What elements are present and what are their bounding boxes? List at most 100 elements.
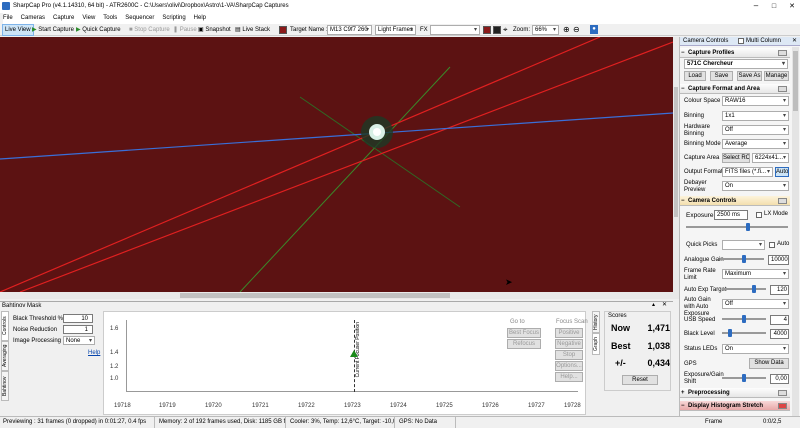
show-data-button[interactable]: Show Data [749, 358, 789, 369]
right-panel-scrollbar[interactable] [792, 47, 799, 416]
tab-bahtinov[interactable]: Bahtinov [1, 371, 9, 401]
manage-button[interactable]: Manage [764, 71, 789, 81]
auto-exposure-checkbox[interactable] [769, 242, 775, 248]
auto-exp-input[interactable]: 120 [770, 285, 789, 295]
select-roi-button[interactable]: Select ROI [722, 153, 750, 163]
slider-thumb[interactable] [728, 329, 732, 337]
menu-help[interactable]: Help [194, 12, 206, 24]
reset-button[interactable]: Reset [622, 375, 658, 385]
multi-column-checkbox[interactable] [738, 38, 744, 44]
section-histogram[interactable]: − Display Histogram Stretch [680, 401, 790, 411]
analogue-gain-input[interactable]: 10000 [768, 255, 789, 265]
profile-select[interactable]: 571C Chercheur [684, 59, 788, 69]
binning-mode-select[interactable]: Average [722, 139, 789, 149]
exp-shift-input[interactable]: 0,00 [770, 374, 789, 384]
zoom-out-icon[interactable]: ⊖ [573, 25, 580, 35]
negative-button[interactable]: Negative [555, 339, 583, 349]
color-swatch-icon[interactable] [483, 26, 491, 34]
panel-pin-icon[interactable]: ▴ [652, 301, 655, 309]
menu-sequencer[interactable]: Sequencer [125, 12, 154, 24]
black-level-slider[interactable] [722, 328, 766, 338]
colour-space-select[interactable]: RAW16 [722, 96, 789, 106]
live-view-button[interactable]: Live View [2, 24, 34, 36]
exp-shift-slider[interactable] [722, 373, 766, 383]
auto-exp-slider[interactable] [722, 284, 766, 294]
slider-thumb[interactable] [746, 223, 750, 231]
frame-rate-select[interactable]: Maximum [722, 269, 789, 279]
menu-tools[interactable]: Tools [103, 12, 117, 24]
positive-button[interactable]: Positive [555, 328, 583, 338]
menu-view[interactable]: View [82, 12, 95, 24]
pin-icon[interactable]: ● [590, 25, 598, 34]
live-stack-button[interactable]: ▤ Live Stack [235, 24, 270, 36]
gain-slider[interactable] [720, 254, 764, 264]
help-link[interactable]: Help [88, 350, 100, 356]
best-focus-button[interactable]: Best Focus [507, 328, 541, 338]
scroll-thumb[interactable] [674, 87, 678, 217]
save-button[interactable]: Save [710, 71, 733, 81]
load-button[interactable]: Load [684, 71, 706, 81]
menu-cameras[interactable]: Cameras [21, 12, 45, 24]
section-capture-format[interactable]: − Capture Format and Area [680, 84, 790, 94]
panel-close-icon[interactable]: ✕ [792, 37, 797, 46]
start-capture-button[interactable]: ▶ Start Capture [32, 24, 74, 36]
noise-reduction-input[interactable]: 1 [63, 325, 93, 334]
save-as-button[interactable]: Save As [737, 71, 762, 81]
snapshot-button[interactable]: ▣ Snapshot [198, 24, 231, 36]
slider-thumb[interactable] [752, 285, 756, 293]
black-threshold-input[interactable]: 10 [63, 314, 93, 323]
tab-averaging[interactable]: Averaging [1, 341, 9, 371]
image-processing-select[interactable]: None [63, 336, 95, 345]
section-preprocessing[interactable]: + Preprocessing [680, 388, 790, 398]
refocus-button[interactable]: Refocus [507, 339, 541, 349]
slider-thumb[interactable] [742, 255, 746, 263]
frame-rate-label: Frame Rate Limit [684, 268, 716, 281]
color-swatch-icon[interactable] [279, 26, 287, 34]
capture-area-select[interactable]: 6224x41... [752, 153, 789, 163]
snapshot-label: Snapshot [205, 27, 231, 33]
auto-gain-select[interactable]: Off [722, 299, 789, 309]
color-swatch-icon[interactable] [493, 26, 501, 34]
frame-type-select[interactable]: Light Frames [375, 25, 416, 35]
panel-close-icon[interactable]: ✕ [662, 301, 667, 309]
stop-button[interactable]: Stop [555, 350, 583, 360]
tab-graph[interactable]: Graph [592, 333, 600, 355]
stop-capture-button[interactable]: ■ Stop Capture [129, 24, 170, 36]
quick-capture-button[interactable]: ▶ Quick Capture [76, 24, 121, 36]
output-format-select[interactable]: FITS files (*.fi... [722, 167, 773, 177]
quick-picks-select[interactable] [722, 240, 765, 250]
slider-thumb[interactable] [742, 374, 746, 382]
status-leds-select[interactable]: On [722, 344, 789, 354]
tab-controls[interactable]: Controls [1, 311, 9, 341]
auto-button[interactable]: Auto [775, 167, 789, 177]
slider-thumb[interactable] [742, 315, 746, 323]
viewport-hscrollbar[interactable] [0, 292, 673, 299]
exposure-input[interactable]: 2500 ms [714, 210, 748, 220]
fx-select[interactable] [430, 25, 480, 35]
binning-select[interactable]: 1x1 [722, 111, 789, 121]
reticle-icon[interactable]: ⌖ [503, 25, 508, 35]
tab-history[interactable]: History [592, 311, 600, 333]
hw-binning-select[interactable]: Off [722, 125, 789, 135]
scroll-thumb[interactable] [793, 51, 798, 111]
menu-capture[interactable]: Capture [53, 12, 74, 24]
debayer-select[interactable]: On [722, 181, 789, 191]
section-camera-controls[interactable]: − Camera Controls [680, 196, 790, 206]
section-capture-profiles[interactable]: − Capture Profiles [680, 48, 790, 58]
zoom-select[interactable]: 66% [532, 25, 559, 35]
usb-speed-input[interactable]: 4 [770, 315, 789, 325]
black-level-input[interactable]: 4000 [770, 329, 789, 339]
options-button[interactable]: Options... [555, 361, 583, 371]
lx-mode-checkbox[interactable] [756, 212, 762, 218]
scroll-thumb[interactable] [180, 293, 450, 298]
target-name-select[interactable]: M13 C9f7 260 [327, 25, 372, 35]
menu-scripting[interactable]: Scripting [162, 12, 185, 24]
menu-file[interactable]: File [3, 12, 13, 24]
pause-button[interactable]: ❚ Pause [173, 24, 197, 36]
zoom-in-icon[interactable]: ⊕ [563, 25, 570, 35]
exposure-slider[interactable] [686, 222, 788, 232]
image-viewport[interactable]: ➤ [0, 37, 673, 292]
hw-binning-label: Hardware Binning [684, 124, 711, 137]
help-button[interactable]: Help... [555, 372, 583, 382]
usb-speed-slider[interactable] [722, 314, 766, 324]
